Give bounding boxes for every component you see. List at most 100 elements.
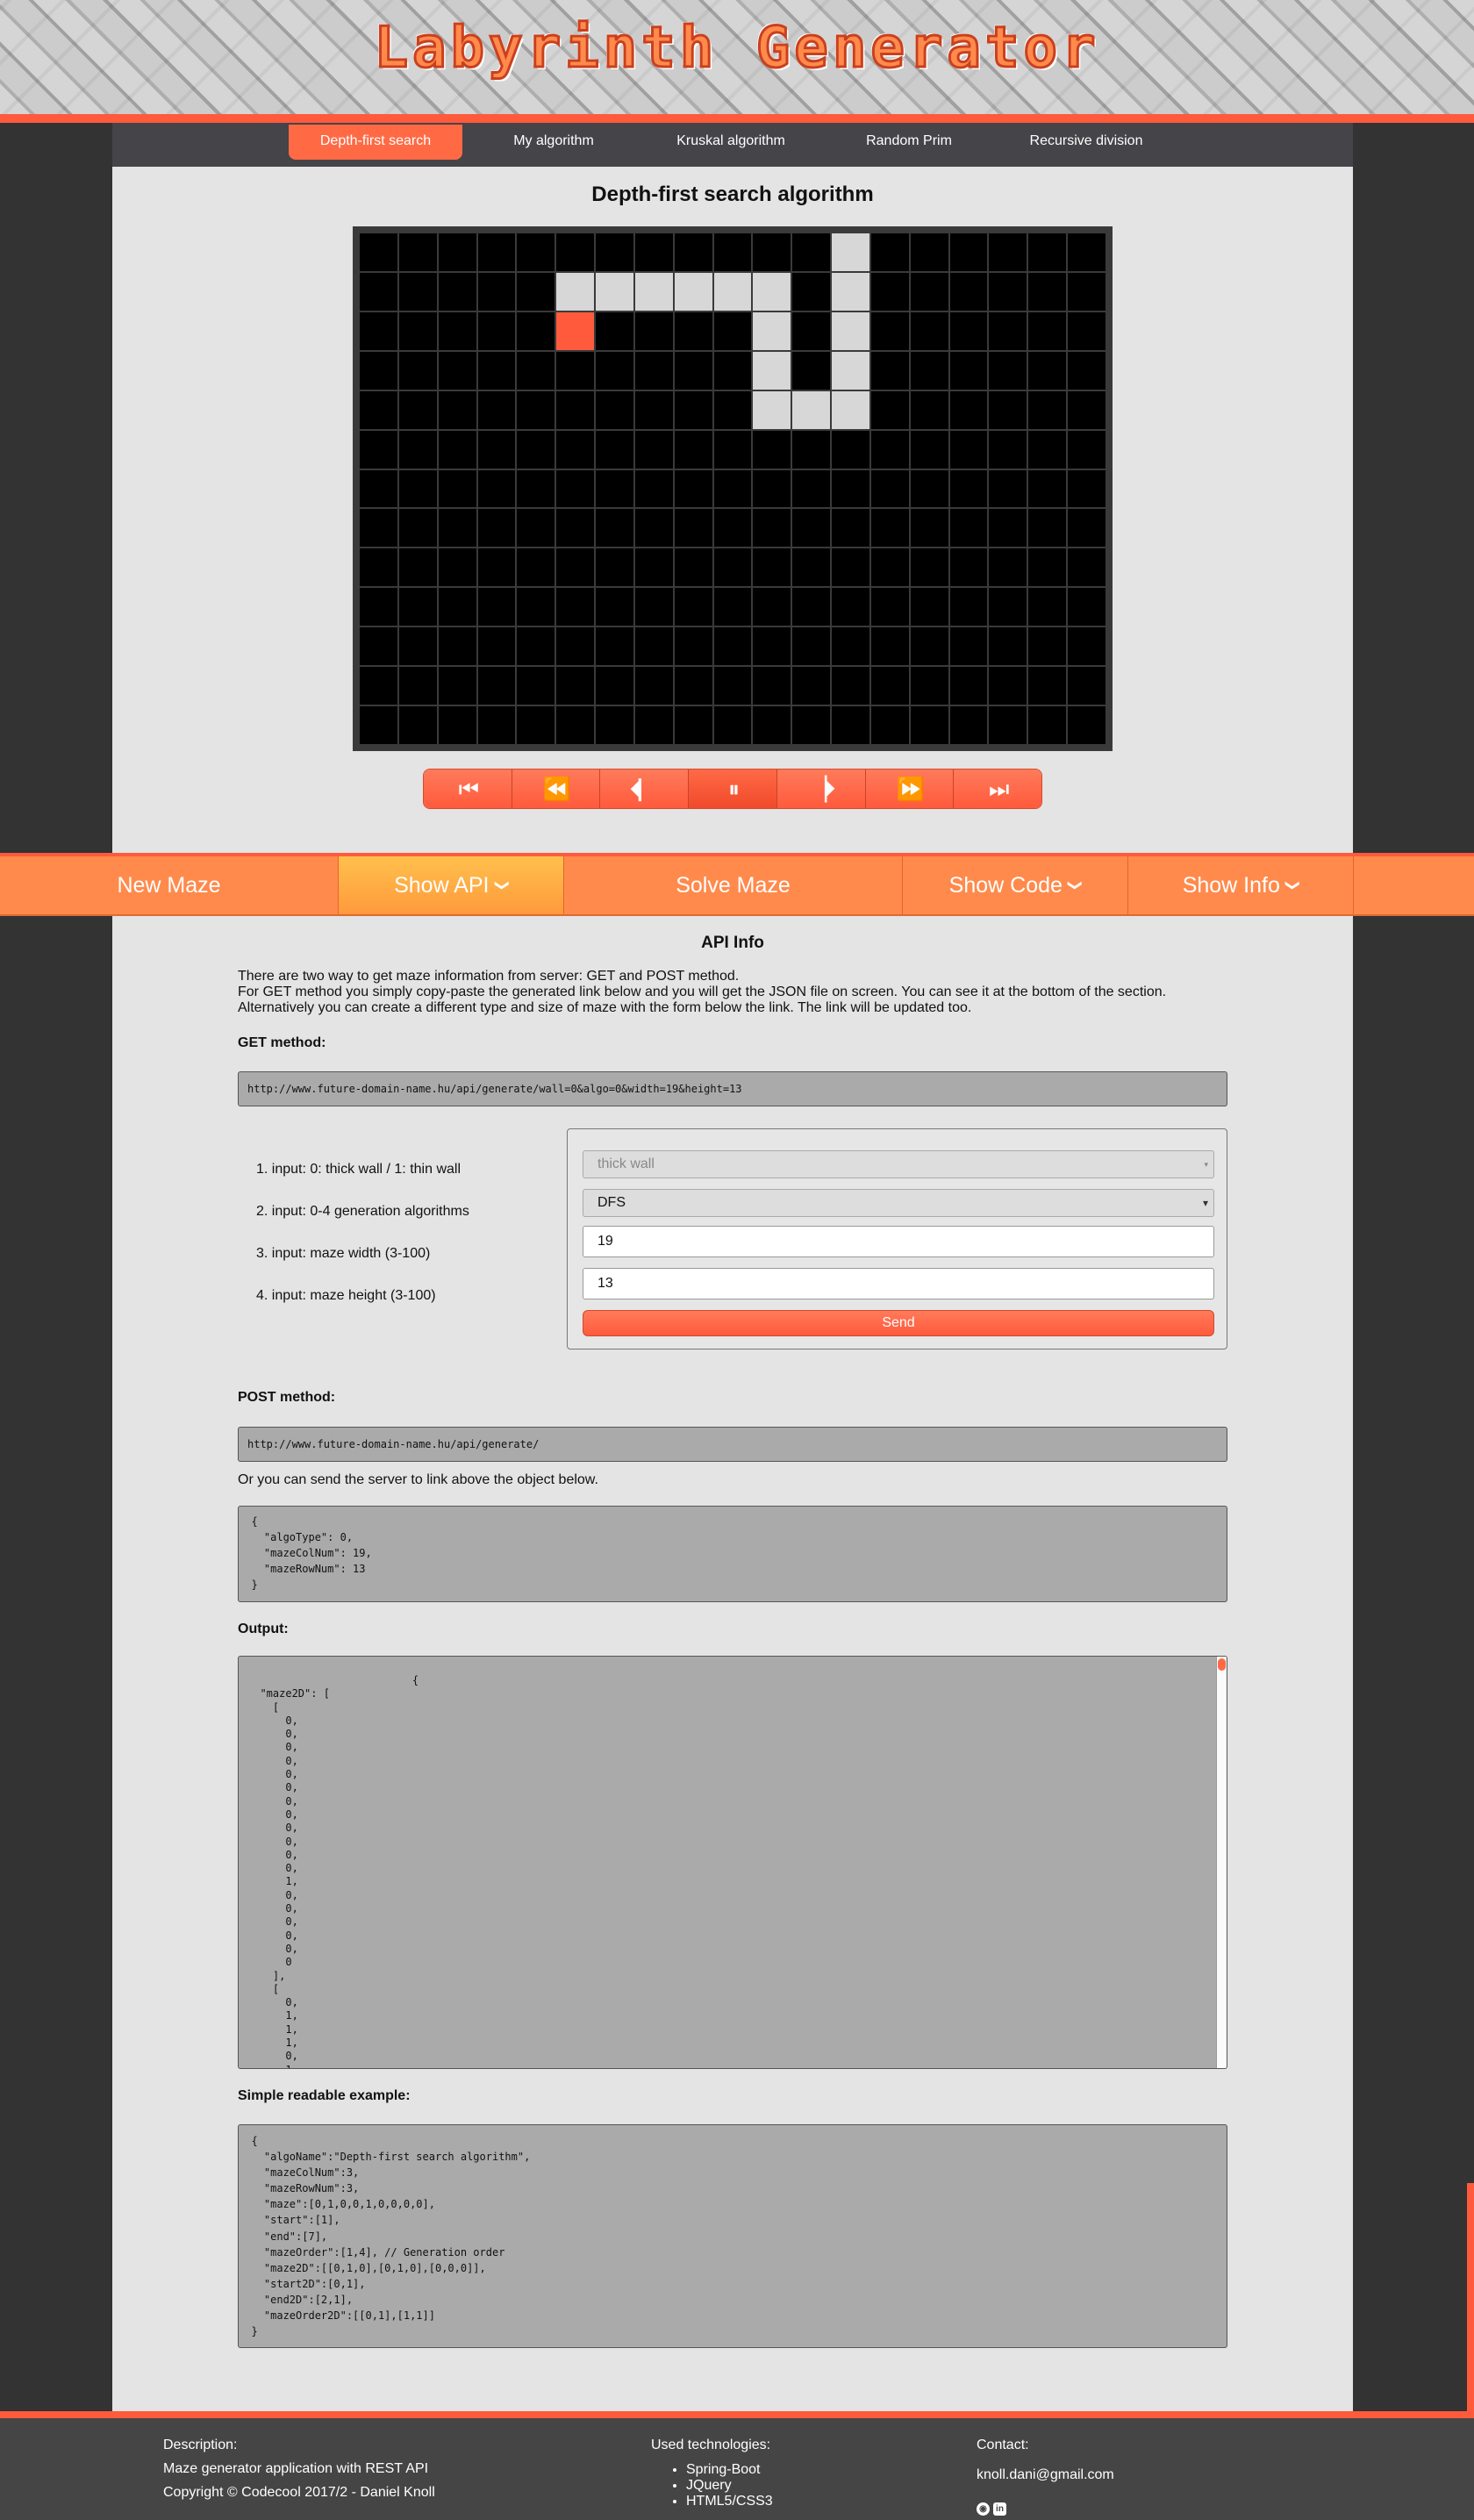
tab-recursive-division[interactable]: Recursive division	[999, 125, 1173, 160]
maze-wall-cell	[596, 706, 633, 744]
maze-wall-cell	[949, 548, 988, 587]
maze-wall-cell	[870, 667, 909, 705]
maze-wall-cell	[634, 233, 673, 271]
maze-wall-cell	[1068, 509, 1106, 548]
maze-wall-cell	[596, 390, 633, 429]
maze-wall-cell	[870, 390, 909, 429]
output-scrollbar[interactable]	[1216, 1657, 1227, 2068]
maze-wall-cell	[360, 272, 397, 311]
maze-path-cell	[792, 390, 831, 429]
output-scrollbar-thumb[interactable]	[1218, 1658, 1226, 1671]
maze-path-cell	[832, 233, 869, 271]
solve-maze-label: Solve Maze	[676, 872, 791, 898]
maze-wall-cell	[634, 548, 673, 587]
maze-wall-cell	[360, 548, 397, 587]
post-note: Or you can send the server to link above…	[238, 1472, 598, 1487]
first-step-button[interactable]: ⏮	[424, 770, 512, 808]
maze-wall-cell	[1028, 627, 1067, 666]
get-method-heading: GET method:	[238, 1035, 326, 1050]
maze-wall-cell	[989, 627, 1027, 666]
maze-wall-cell	[517, 548, 555, 587]
maze-wall-cell	[870, 548, 909, 587]
show-info-button[interactable]: Show Info ❯	[1128, 856, 1354, 914]
new-maze-button[interactable]: New Maze	[0, 856, 339, 914]
send-button[interactable]: Send	[583, 1310, 1214, 1336]
maze-wall-cell	[949, 272, 988, 311]
output-box[interactable]: { "maze2D": [ [ 0, 0, 0, 0, 0, 0, 0, 0, …	[238, 1656, 1227, 2069]
maze-wall-cell	[517, 390, 555, 429]
maze-wall-cell	[398, 272, 437, 311]
maze-wall-cell	[1028, 390, 1067, 429]
get-url-box[interactable]: http://www.future-domain-name.hu/api/gen…	[238, 1071, 1227, 1106]
chevron-down-icon: ❯	[1284, 879, 1300, 891]
maze-wall-cell	[1068, 311, 1106, 350]
maze-wall-cell	[1068, 390, 1106, 429]
linkedin-icon[interactable]: in	[993, 2502, 1006, 2516]
maze-wall-cell	[674, 509, 712, 548]
maze-wall-cell	[870, 469, 909, 508]
maze-wall-cell	[360, 706, 397, 744]
maze-wall-cell	[438, 390, 476, 429]
show-api-button[interactable]: Show API ❯	[339, 856, 564, 914]
pause-button[interactable]: ⏸	[689, 770, 777, 808]
maze-wall-cell	[517, 706, 555, 744]
algorithm-select[interactable]: DFS ▾	[583, 1189, 1214, 1217]
step-forward-icon: ▕⏵	[809, 776, 835, 802]
maze-wall-cell	[360, 351, 397, 390]
maze-wall-cell	[556, 509, 595, 548]
maze-wall-cell	[989, 548, 1027, 587]
api-intro-line: There are two way to get maze informatio…	[238, 969, 740, 984]
maze-wall-cell	[870, 627, 909, 666]
contact-email[interactable]: knoll.dani@gmail.com	[977, 2467, 1114, 2483]
maze-wall-cell	[910, 233, 948, 271]
maze-wall-cell	[596, 233, 633, 271]
maze-wall-cell	[360, 588, 397, 626]
width-input[interactable]: 19	[583, 1226, 1214, 1257]
maze-wall-cell	[989, 311, 1027, 350]
maze-wall-cell	[832, 509, 869, 548]
tab-my-algorithm[interactable]: My algorithm	[467, 125, 640, 160]
tab-depth-first-search[interactable]: Depth-first search	[289, 125, 462, 160]
wall-type-select[interactable]: thick wall ▾	[583, 1150, 1214, 1178]
rewind-button[interactable]: ⏪	[512, 770, 601, 808]
post-body-box[interactable]: { "algoType": 0, "mazeColNum": 19, "maze…	[238, 1506, 1227, 1602]
maze-wall-cell	[792, 351, 831, 390]
solve-maze-button[interactable]: Solve Maze	[564, 856, 903, 914]
maze-wall-cell	[713, 351, 752, 390]
api-form: thick wall ▾ DFS ▾ 19 13 Send	[567, 1128, 1227, 1349]
maze-wall-cell	[674, 667, 712, 705]
last-step-button[interactable]: ⏭	[954, 770, 1041, 808]
playback-controls: ⏮ ⏪ ⏴▏ ⏸ ▕⏵ ⏩ ⏭	[423, 769, 1042, 809]
post-url-box[interactable]: http://www.future-domain-name.hu/api/gen…	[238, 1427, 1227, 1462]
maze-wall-cell	[398, 548, 437, 587]
maze-wall-cell	[634, 627, 673, 666]
maze-wall-cell	[753, 430, 791, 469]
tab-kruskal-algorithm[interactable]: Kruskal algorithm	[644, 125, 818, 160]
maze-wall-cell	[832, 627, 869, 666]
example-box[interactable]: { "algoName":"Depth-first search algorit…	[238, 2124, 1227, 2348]
step-back-button[interactable]: ⏴▏	[600, 770, 690, 808]
page-scrollbar-thumb[interactable]	[1467, 2183, 1474, 2411]
maze-wall-cell	[674, 548, 712, 587]
maze-wall-cell	[910, 548, 948, 587]
header-banner: Labyrinth Generator	[0, 0, 1474, 116]
input-description: 1. input: 0: thick wall / 1: thin wall	[256, 1162, 461, 1177]
maze-wall-cell	[1028, 351, 1067, 390]
height-input[interactable]: 13	[583, 1268, 1214, 1299]
maze-wall-cell	[477, 588, 516, 626]
maze-wall-cell	[1028, 706, 1067, 744]
maze-wall-cell	[713, 706, 752, 744]
tab-random-prim[interactable]: Random Prim	[822, 125, 996, 160]
maze-wall-cell	[870, 311, 909, 350]
wall-type-value: thick wall	[597, 1156, 655, 1171]
show-code-button[interactable]: Show Code ❯	[903, 856, 1128, 914]
github-icon[interactable]: ◉	[977, 2502, 990, 2516]
fast-forward-button[interactable]: ⏩	[865, 770, 955, 808]
maze-wall-cell	[360, 430, 397, 469]
step-forward-button[interactable]: ▕⏵	[776, 770, 866, 808]
maze-wall-cell	[634, 351, 673, 390]
maze-wall-cell	[870, 509, 909, 548]
input-description: 3. input: maze width (3-100)	[256, 1246, 431, 1261]
maze-wall-cell	[949, 469, 988, 508]
header-accent-bar	[0, 114, 1474, 123]
